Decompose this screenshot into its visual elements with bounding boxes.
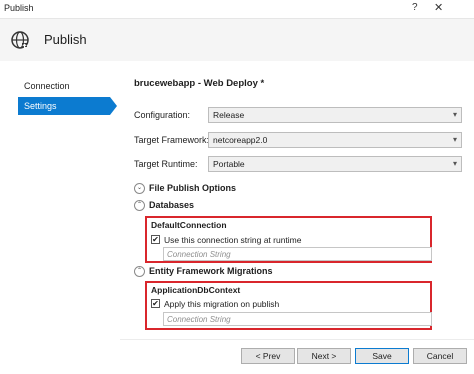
help-icon[interactable]: ? [412,2,418,13]
target-runtime-label: Target Runtime: [134,159,198,169]
chevron-down-icon: ▾ [452,159,457,168]
database-connection-string-input[interactable] [163,247,432,261]
target-framework-label: Target Framework: [134,135,210,145]
configuration-value: Release [213,110,245,120]
chevron-down-icon: ▾ [452,110,457,119]
ef-migrations-label: Entity Framework Migrations [149,266,273,276]
databases-label: Databases [149,200,195,210]
sidebar-item-settings[interactable]: Settings [18,97,117,115]
cancel-button[interactable]: Cancel [413,348,467,364]
default-connection-name: DefaultConnection [151,220,227,230]
sidebar-item-connection[interactable]: Connection [18,77,110,95]
chevron-up-icon: ⌃ [134,200,145,212]
window-title: Publish [4,3,34,13]
target-runtime-value: Portable [213,159,245,169]
apply-migration-label: Apply this migration on publish [164,299,280,309]
title-bar: Publish ? ✕ [0,0,474,19]
target-framework-dropdown[interactable]: netcoreapp2.0 ▾ [208,132,462,148]
file-publish-options-expander[interactable]: ⌄ File Publish Options [134,183,237,195]
close-icon[interactable]: ✕ [434,1,443,14]
profile-title: brucewebapp - Web Deploy * [134,78,265,89]
prev-button[interactable]: < Prev [241,348,295,364]
next-button[interactable]: Next > [297,348,351,364]
configuration-label: Configuration: [134,110,191,120]
migration-connection-string-input[interactable] [163,312,432,326]
ef-migrations-expander[interactable]: ⌃ Entity Framework Migrations [134,266,273,278]
target-framework-value: netcoreapp2.0 [213,135,268,145]
target-runtime-dropdown[interactable]: Portable ▾ [208,156,462,172]
configuration-dropdown[interactable]: Release ▾ [208,107,462,123]
globe-icon [11,31,29,49]
file-publish-options-label: File Publish Options [149,183,237,193]
use-connection-string-label: Use this connection string at runtime [164,235,302,245]
sidebar: Connection Settings [0,61,117,374]
apply-migration-checkbox[interactable]: ✔ [151,299,160,308]
save-button[interactable]: Save [355,348,409,364]
use-connection-string-checkbox[interactable]: ✔ [151,235,160,244]
chevron-down-icon: ⌄ [134,183,145,195]
page-title: Publish [44,32,87,47]
header: Publish [0,19,474,61]
application-db-context-name: ApplicationDbContext [151,285,241,295]
chevron-up-icon: ⌃ [134,266,145,278]
databases-expander[interactable]: ⌃ Databases [134,200,195,212]
footer-divider [120,339,474,340]
chevron-down-icon: ▾ [452,135,457,144]
